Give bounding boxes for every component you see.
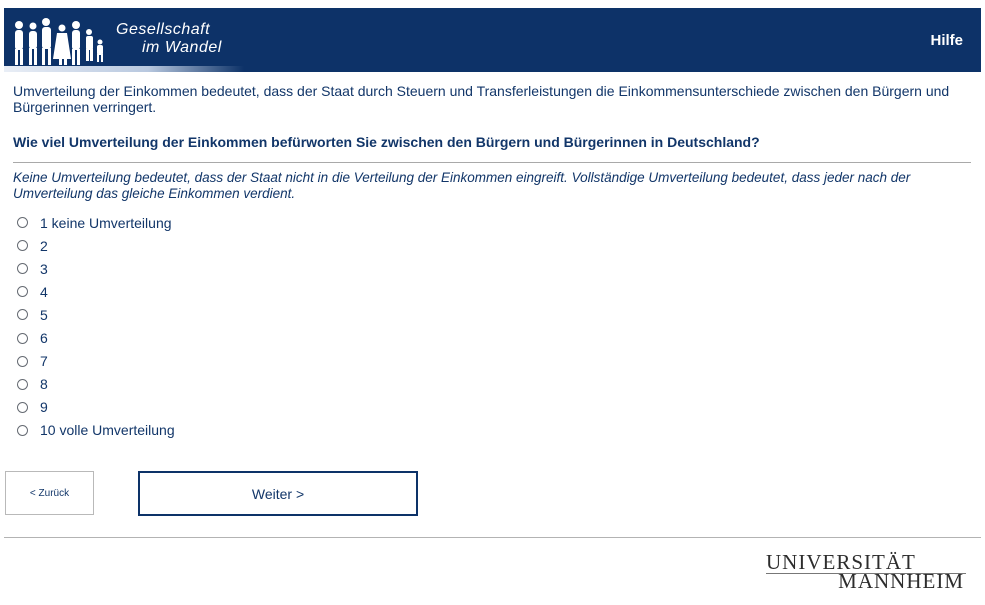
intro-text: Umverteilung der Einkommen bedeutet, das… — [13, 83, 950, 115]
option-label: 10 volle Umverteilung — [40, 422, 175, 439]
instruction-text: Keine Umverteilung bedeutet, dass der St… — [13, 170, 911, 201]
header-banner: Gesellschaft im Wandel Hilfe — [4, 8, 981, 72]
people-silhouettes-logo — [15, 18, 103, 65]
option-label: 2 — [40, 237, 48, 254]
help-link[interactable]: Hilfe — [930, 32, 963, 49]
radio-option-6[interactable]: 6 — [16, 326, 175, 349]
radio-option-4[interactable]: 4 — [16, 280, 175, 303]
radio-option-1[interactable]: 1 keine Umverteilung — [16, 211, 175, 234]
logo-underline — [4, 66, 244, 72]
option-label: 7 — [40, 353, 48, 370]
footer-divider — [4, 537, 981, 538]
divider — [13, 162, 971, 163]
radio-button[interactable] — [17, 332, 28, 344]
option-label: 4 — [40, 283, 48, 300]
radio-button[interactable] — [17, 263, 28, 275]
radio-button[interactable] — [17, 378, 28, 390]
radio-button[interactable] — [17, 355, 28, 367]
option-label: 1 keine Umverteilung — [40, 214, 172, 231]
logo-line-1: Gesellschaft — [116, 21, 211, 38]
option-label: 5 — [40, 306, 48, 323]
radio-button[interactable] — [17, 401, 28, 413]
radio-button[interactable] — [17, 309, 28, 321]
radio-button[interactable] — [17, 424, 28, 436]
option-label: 3 — [40, 260, 48, 277]
radio-option-2[interactable]: 2 — [16, 234, 175, 257]
radio-button[interactable] — [17, 217, 28, 229]
option-label: 6 — [40, 330, 48, 347]
radio-option-10[interactable]: 10 volle Umverteilung — [16, 419, 175, 442]
radio-option-7[interactable]: 7 — [16, 350, 175, 373]
logo-line-2: im Wandel — [142, 39, 222, 56]
radio-option-3[interactable]: 3 — [16, 257, 175, 280]
next-button[interactable]: Weiter > — [138, 471, 418, 516]
radio-option-9[interactable]: 9 — [16, 396, 175, 419]
radio-button[interactable] — [17, 240, 28, 252]
option-label: 8 — [40, 376, 48, 393]
radio-option-5[interactable]: 5 — [16, 303, 175, 326]
university-logo-line-2: MANNHEIM — [838, 569, 964, 593]
answer-options: 1 keine Umverteilung 2 3 4 5 6 7 8 9 10 … — [16, 211, 175, 442]
question-text: Wie viel Umverteilung der Einkommen befü… — [13, 134, 760, 150]
radio-option-8[interactable]: 8 — [16, 373, 175, 396]
radio-button[interactable] — [17, 286, 28, 298]
project-logo-text: Gesellschaft im Wandel — [116, 21, 222, 57]
option-label: 9 — [40, 399, 48, 416]
back-button[interactable]: < Zurück — [5, 471, 94, 515]
university-logo: UNIVERSITÄT MANNHEIM — [766, 550, 966, 593]
